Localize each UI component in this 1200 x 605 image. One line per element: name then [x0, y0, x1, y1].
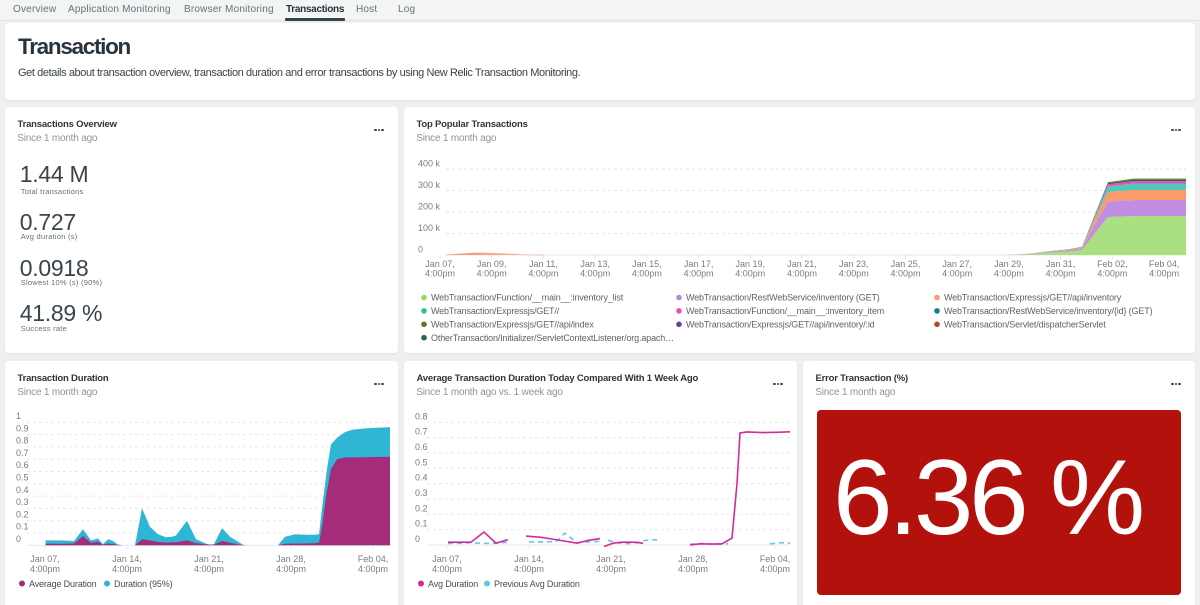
svg-text:0.3: 0.3 — [415, 488, 428, 498]
svg-text:4:00pm: 4:00pm — [890, 269, 920, 279]
svg-text:0: 0 — [16, 534, 21, 544]
svg-text:4:00pm: 4:00pm — [112, 564, 142, 574]
svg-text:0.7: 0.7 — [16, 448, 29, 458]
svg-text:WebTransaction/RestWebService/: WebTransaction/RestWebService/inventory … — [686, 293, 880, 303]
svg-text:4:00pm: 4:00pm — [1149, 269, 1179, 279]
svg-text:0.8: 0.8 — [415, 411, 428, 421]
svg-text:300 k: 300 k — [418, 180, 441, 190]
svg-text:0: 0 — [415, 534, 420, 544]
svg-text:WebTransaction/Function/__main: WebTransaction/Function/__main__:invento… — [431, 293, 624, 303]
svg-text:4:00pm: 4:00pm — [760, 564, 790, 574]
svg-text:4:00pm: 4:00pm — [580, 269, 610, 279]
svg-text:4:00pm: 4:00pm — [678, 564, 708, 574]
svg-text:4:00pm: 4:00pm — [276, 564, 306, 574]
svg-text:Jan 09,: Jan 09, — [477, 259, 507, 269]
svg-text:Jan 21,: Jan 21, — [194, 554, 224, 564]
svg-text:OtherTransaction/Initializer/S: OtherTransaction/Initializer/ServletCont… — [431, 333, 674, 343]
svg-text:Jan 14,: Jan 14, — [514, 554, 544, 564]
svg-text:0.1: 0.1 — [16, 522, 29, 532]
svg-text:4:00pm: 4:00pm — [432, 564, 462, 574]
svg-text:100 k: 100 k — [418, 223, 441, 233]
svg-text:Jan 31,: Jan 31, — [1046, 259, 1076, 269]
svg-text:WebTransaction/Servlet/dispatc: WebTransaction/Servlet/dispatcherServlet — [944, 320, 1106, 330]
svg-text:WebTransaction/Expressjs/GET//: WebTransaction/Expressjs/GET//api/invent… — [686, 320, 875, 330]
svg-text:0.6: 0.6 — [415, 442, 428, 452]
svg-text:Jan 15,: Jan 15, — [632, 259, 662, 269]
svg-text:4:00pm: 4:00pm — [1046, 269, 1076, 279]
svg-text:0: 0 — [418, 245, 423, 255]
svg-text:Jan 17,: Jan 17, — [684, 259, 714, 269]
svg-text:4:00pm: 4:00pm — [1097, 269, 1127, 279]
svg-text:Avg Duration: Avg Duration — [428, 579, 478, 589]
svg-text:Jan 23,: Jan 23, — [839, 259, 869, 269]
svg-text:4:00pm: 4:00pm — [425, 269, 455, 279]
svg-text:Jan 07,: Jan 07, — [30, 554, 60, 564]
svg-text:Feb 04,: Feb 04, — [1149, 259, 1180, 269]
svg-text:Jan 29,: Jan 29, — [994, 259, 1024, 269]
svg-text:Feb 02,: Feb 02, — [1097, 259, 1128, 269]
svg-text:Jan 14,: Jan 14, — [112, 554, 142, 564]
svg-text:0.8: 0.8 — [16, 436, 29, 446]
svg-text:Jan 25,: Jan 25, — [891, 259, 921, 269]
svg-text:WebTransaction/Expressjs/GET//: WebTransaction/Expressjs/GET// — [431, 306, 560, 316]
svg-text:200 k: 200 k — [418, 202, 441, 212]
svg-text:Jan 07,: Jan 07, — [432, 554, 462, 564]
svg-text:4:00pm: 4:00pm — [942, 269, 972, 279]
svg-text:WebTransaction/Function/__main: WebTransaction/Function/__main__:invento… — [686, 306, 884, 316]
svg-text:Average Duration: Average Duration — [29, 579, 97, 589]
svg-text:Feb 04,: Feb 04, — [358, 554, 389, 564]
svg-text:0.3: 0.3 — [16, 497, 29, 507]
svg-text:4:00pm: 4:00pm — [684, 269, 714, 279]
svg-text:Jan 07,: Jan 07, — [425, 259, 455, 269]
svg-text:WebTransaction/RestWebService/: WebTransaction/RestWebService/inventory/… — [944, 306, 1153, 316]
svg-text:Previous Avg Duration: Previous Avg Duration — [494, 579, 580, 589]
svg-text:4:00pm: 4:00pm — [632, 269, 662, 279]
svg-text:400 k: 400 k — [418, 159, 441, 169]
svg-text:4:00pm: 4:00pm — [787, 269, 817, 279]
svg-text:4:00pm: 4:00pm — [596, 564, 626, 574]
svg-text:0.9: 0.9 — [16, 423, 29, 433]
svg-text:0.4: 0.4 — [415, 473, 428, 483]
svg-text:WebTransaction/Expressjs/GET//: WebTransaction/Expressjs/GET//api/invent… — [944, 293, 1122, 303]
svg-text:Duration (95%): Duration (95%) — [114, 579, 173, 589]
svg-text:WebTransaction/Expressjs/GET//: WebTransaction/Expressjs/GET//api/index — [431, 320, 594, 330]
svg-text:Jan 13,: Jan 13, — [580, 259, 610, 269]
svg-text:Jan 28,: Jan 28, — [276, 554, 306, 564]
svg-text:Jan 21,: Jan 21, — [787, 259, 817, 269]
svg-text:4:00pm: 4:00pm — [839, 269, 869, 279]
svg-text:4:00pm: 4:00pm — [994, 269, 1024, 279]
svg-text:4:00pm: 4:00pm — [194, 564, 224, 574]
svg-text:Jan 19,: Jan 19, — [736, 259, 766, 269]
svg-text:4:00pm: 4:00pm — [358, 564, 388, 574]
svg-text:0.7: 0.7 — [415, 427, 428, 437]
svg-text:4:00pm: 4:00pm — [514, 564, 544, 574]
svg-text:Jan 27,: Jan 27, — [942, 259, 972, 269]
svg-text:0.5: 0.5 — [415, 457, 428, 467]
svg-text:Jan 28,: Jan 28, — [678, 554, 708, 564]
svg-text:Jan 11,: Jan 11, — [529, 259, 558, 269]
svg-text:4:00pm: 4:00pm — [735, 269, 765, 279]
svg-text:1: 1 — [16, 411, 21, 421]
svg-text:0.2: 0.2 — [16, 509, 29, 519]
svg-text:0.1: 0.1 — [415, 519, 428, 529]
svg-text:0.2: 0.2 — [415, 503, 428, 513]
svg-text:0.5: 0.5 — [16, 473, 29, 483]
svg-text:4:00pm: 4:00pm — [528, 269, 558, 279]
svg-text:Jan 21,: Jan 21, — [596, 554, 626, 564]
svg-text:4:00pm: 4:00pm — [30, 564, 60, 574]
svg-text:0.6: 0.6 — [16, 460, 29, 470]
svg-text:0.4: 0.4 — [16, 485, 29, 495]
svg-text:4:00pm: 4:00pm — [477, 269, 507, 279]
svg-text:Feb 04,: Feb 04, — [760, 554, 791, 564]
